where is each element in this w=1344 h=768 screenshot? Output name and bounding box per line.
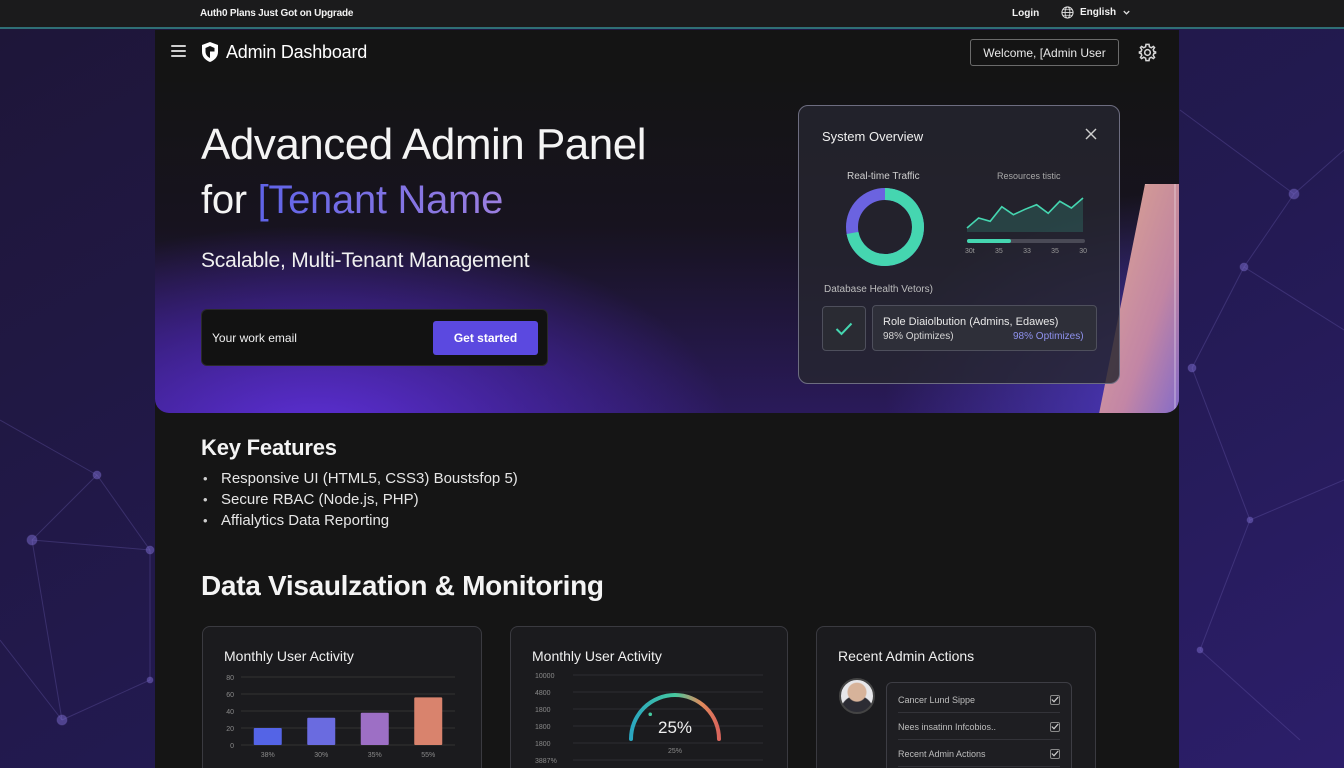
checkmark-icon <box>835 322 853 335</box>
card-title: Monthly User Activity <box>532 648 662 664</box>
y-tick-label: 60 <box>226 692 234 699</box>
brand[interactable]: Admin Dashboard <box>201 41 367 63</box>
monthly-activity-bar-chart: 80 60 40 20 0 38% 30% 35% 55% <box>226 675 455 759</box>
checkbox[interactable] <box>1050 721 1060 732</box>
close-icon[interactable] <box>1085 128 1097 140</box>
admin-action-row[interactable]: Nees insatinn Infcobios.. <box>898 714 1060 740</box>
key-features-title: Key Features <box>201 435 337 460</box>
top-bar: Auth0 Plans Just Got on Upgrade Login En… <box>0 0 1344 29</box>
y-tick-label: 80 <box>226 675 234 682</box>
resources-label: Resources tistic <box>997 171 1061 181</box>
checkbox[interactable] <box>1050 694 1060 705</box>
promo-banner-text[interactable]: Auth0 Plans Just Got on Upgrade <box>200 8 353 19</box>
bar[interactable] <box>414 697 443 745</box>
chevron-down-icon <box>1123 10 1130 15</box>
app-header: Admin Dashboard Welcome, [Admin User <box>155 30 1179 74</box>
bar[interactable] <box>307 717 336 745</box>
y-tick-label: 1800 <box>535 741 551 748</box>
database-health-label: Database Health Vetors) <box>824 284 933 295</box>
admin-actions-list: Cancer Lund Sippe Nees insatinn Infcobio… <box>886 682 1072 768</box>
y-tick-label: 1800 <box>535 707 551 714</box>
app-title: Admin Dashboard <box>226 41 368 62</box>
feature-item: Secure RBAC (Node.js, PHP) <box>203 489 518 510</box>
bar[interactable] <box>360 712 389 745</box>
gauge-indicator <box>648 712 653 717</box>
x-tick-label: 55% <box>421 752 435 759</box>
shield-logo-icon <box>202 42 218 62</box>
x-tick-label: 38% <box>261 752 275 759</box>
admin-action-label: Cancer Lund Sippe <box>898 694 976 705</box>
admin-action-label: Recent Admin Actions <box>898 748 986 759</box>
health-check-toggle[interactable] <box>822 306 866 351</box>
main-panel: Admin Dashboard Welcome, [Admin User Adv… <box>155 30 1179 768</box>
language-label: English <box>1080 7 1117 18</box>
admin-action-row[interactable]: Recent Admin Actions <box>898 741 1060 767</box>
admin-action-row[interactable]: Cancer Lund Sippe <box>898 687 1060 713</box>
card-title: Monthly User Activity <box>224 648 354 664</box>
y-tick-label: 3887% <box>535 758 557 765</box>
checkmark-icon <box>1051 723 1059 730</box>
features-list: Responsive UI (HTML5, CSS3) Boustsfop 5)… <box>203 468 518 531</box>
hero-title: Advanced Admin Panel <box>201 120 646 169</box>
bar[interactable] <box>253 728 282 745</box>
x-tick-label: 35% <box>368 752 382 759</box>
x-tick-label: 30% <box>314 752 328 759</box>
hamburger-icon[interactable] <box>171 45 186 58</box>
hero-subtitle: Scalable, Multi-Tenant Management <box>201 249 530 272</box>
resources-sparkline <box>966 197 1084 232</box>
gauge-sub-label: 25% <box>668 748 682 755</box>
language-selector[interactable]: English <box>1061 6 1131 19</box>
admin-avatar[interactable] <box>839 678 875 714</box>
globe-icon <box>1061 6 1074 19</box>
role-distribution-title: Role Diaiolbution (Admins, Edawes) <box>883 316 1059 328</box>
admin-action-label: Nees insatinn Infcobios.. <box>898 721 997 732</box>
feature-item: Responsive UI (HTML5, CSS3) Boustsfop 5) <box>203 468 518 489</box>
login-link[interactable]: Login <box>1012 8 1039 19</box>
email-input[interactable] <box>212 322 422 354</box>
y-tick-label: 10000 <box>535 673 555 680</box>
traffic-label: Real-time Traffic <box>847 171 920 182</box>
get-started-button[interactable]: Get started <box>433 321 538 355</box>
y-tick-label: 1800 <box>535 724 551 731</box>
y-tick-label: 40 <box>226 709 234 716</box>
checkmark-icon <box>1051 696 1059 703</box>
system-overview-card: System Overview Real-time Traffic Resour… <box>798 105 1120 384</box>
role-distribution-panel: Role Diaiolbution (Admins, Edawes) 98% O… <box>872 305 1097 351</box>
monthly-activity-gauge-card: Monthly User Activity 10000 4800 1800 1800 1… <box>510 626 788 768</box>
hero-section: Advanced Admin Panel for [Tenant Name Sc… <box>155 74 1179 413</box>
gear-icon[interactable] <box>1138 43 1157 62</box>
welcome-user-button[interactable]: Welcome, [Admin User <box>970 39 1119 66</box>
checkmark-icon <box>1051 750 1059 757</box>
y-tick-label: 0 <box>230 743 234 750</box>
role-stat-editors: 98% Optimizes) <box>1013 331 1084 342</box>
resources-tick: 33 <box>1023 248 1031 255</box>
y-tick-label: 20 <box>226 726 234 733</box>
card-title: Recent Admin Actions <box>838 648 975 664</box>
resources-tick: 30 <box>1079 248 1087 255</box>
hero-title-prefix: for <box>201 178 258 222</box>
resources-tick: 35 <box>995 248 1003 255</box>
resources-progress-bar <box>967 239 1085 243</box>
monthly-activity-bar-card: Monthly User Activity 80 60 40 20 0 38% 30% 35%… <box>202 626 482 768</box>
resources-tick: 35 <box>1051 248 1059 255</box>
gauge-value: 25% <box>658 718 692 737</box>
recent-admin-actions-card: Recent Admin Actions Cancer Lund Sippe N… <box>816 626 1096 768</box>
resources-ticks: 30t 35 33 35 30 <box>965 248 1087 255</box>
traffic-donut-chart <box>846 188 924 266</box>
y-tick-label: 4800 <box>535 690 551 697</box>
hero-title-tenant-line: for [Tenant Name <box>201 178 503 223</box>
data-visualization-title: Data Visaulzation & Monitoring <box>201 570 604 601</box>
signup-form: Get started <box>201 309 548 366</box>
resources-tick: 30t <box>965 248 975 255</box>
checkbox[interactable] <box>1050 748 1060 759</box>
tenant-name: [Tenant Name <box>257 178 504 222</box>
overview-title: System Overview <box>822 129 924 144</box>
role-stat-admins: 98% Optimizes) <box>883 331 954 342</box>
feature-item: Affialytics Data Reporting <box>203 510 518 531</box>
monthly-activity-gauge: 10000 4800 1800 1800 1800 3887% 25% 25% <box>535 673 763 765</box>
